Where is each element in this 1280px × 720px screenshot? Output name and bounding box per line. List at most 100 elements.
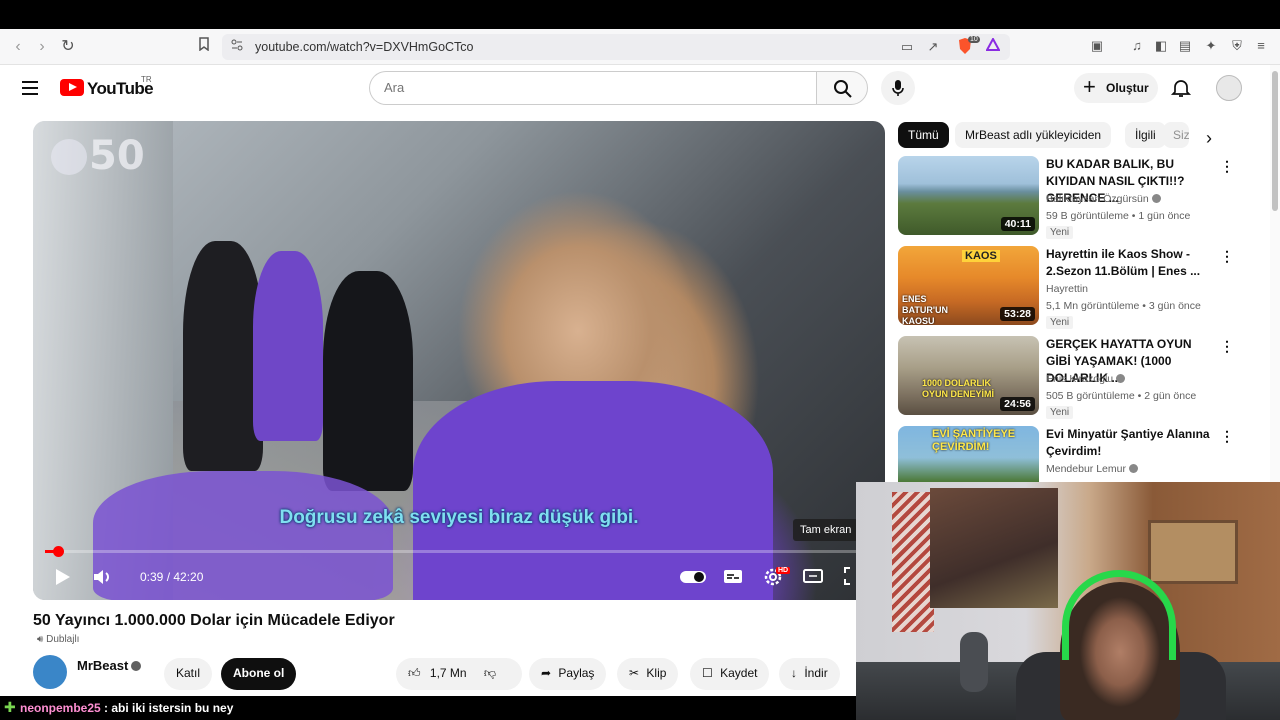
url-text[interactable]: youtube.com/watch?v=DXVHmGoCTco [255, 40, 474, 54]
shields-badge: 10 [968, 36, 980, 43]
country-code: TR [141, 75, 152, 84]
forward-icon[interactable]: › [32, 37, 52, 57]
captions-icon[interactable] [723, 566, 743, 591]
create-button[interactable]: + Oluştur [1074, 73, 1158, 103]
reader-mode-icon[interactable]: ▣ [1088, 37, 1106, 55]
recommendation-channel[interactable]: Mendebur Lemur [1046, 463, 1138, 475]
video-person [323, 271, 413, 491]
search-icon [834, 80, 852, 98]
video-person [253, 251, 323, 441]
thumbnail-caption: KAOS [962, 250, 1000, 262]
autoplay-toggle[interactable] [679, 569, 707, 590]
recommendation-item[interactable]: EVİ ŞANTİYEYE ÇEVİRDİM! Evi Minyatür Şan… [898, 426, 1238, 482]
more-options-icon[interactable]: ⋮ [1220, 248, 1234, 265]
scrollbar-thumb[interactable] [1272, 71, 1278, 211]
recommendation-channel[interactable]: Hayrettin [1046, 283, 1088, 295]
share-page-icon[interactable]: ↗ [924, 38, 942, 56]
like-dislike-group: 👍︎ 1,7 Mn 👎︎ [396, 658, 522, 690]
bookmark-icon[interactable] [194, 37, 214, 57]
search-box[interactable] [369, 71, 817, 105]
chevron-right-icon[interactable]: › [1206, 128, 1212, 149]
chat-username: neonpembe25 [20, 701, 101, 715]
video-crowd [93, 471, 393, 600]
recommendation-item[interactable]: 40:11 BU KADAR BALIK, BU KIYIDAN NASIL Ç… [898, 156, 1238, 239]
top-black-bar [0, 0, 1280, 29]
channel-name[interactable]: MrBeast [77, 658, 128, 673]
rewards-icon[interactable] [984, 36, 1002, 56]
menu-icon[interactable]: ≡ [1252, 37, 1270, 55]
recommendation-thumbnail[interactable]: KAOS ENES BATUR'UN KAOSU 53:28 [898, 246, 1039, 325]
search-button[interactable] [816, 71, 868, 105]
recommendation-channel[interactable]: Enis Kirazoglu [1046, 373, 1126, 385]
site-settings-icon[interactable] [228, 38, 246, 56]
chip-for-you[interactable]: Siz [1163, 122, 1189, 148]
recommendation-meta: 505 B görüntüleme • 2 gün önce [1046, 390, 1197, 402]
ai-assistant-icon[interactable]: ✦ [1202, 37, 1220, 55]
dislike-icon[interactable]: 👎︎ [484, 666, 496, 680]
vpn-icon[interactable]: ⛨ [1228, 37, 1246, 55]
plus-icon: + [1083, 74, 1096, 99]
progress-bar[interactable] [45, 546, 873, 557]
voice-search-button[interactable] [881, 71, 915, 105]
recommendation-item[interactable]: KAOS ENES BATUR'UN KAOSU 53:28 Hayrettin… [898, 246, 1238, 329]
recommendation-meta: 5,1 Mn görüntüleme • 3 gün önce [1046, 300, 1201, 312]
recommendation-item[interactable]: 1000 DOLARLIK OYUN DENEYİMİ 24:56 GERÇEK… [898, 336, 1238, 419]
recommendation-title[interactable]: Hayrettin ile Kaos Show - 2.Sezon 11.Böl… [1046, 246, 1212, 280]
back-icon[interactable]: ‹ [8, 37, 28, 57]
video-title: 50 Yayıncı 1.000.000 Dolar için Mücadele… [33, 612, 395, 629]
player-counter-value: 50 [89, 133, 145, 179]
recommendation-thumbnail[interactable]: 40:11 [898, 156, 1039, 235]
page-scrollbar[interactable] [1270, 65, 1280, 485]
recommendation-title[interactable]: Evi Minyatür Şantiye Alanına Çevirdim! [1046, 426, 1212, 460]
youtube-logo-icon[interactable] [60, 79, 84, 96]
channel-avatar[interactable] [33, 655, 67, 689]
webcam-painting [930, 488, 1058, 608]
hamburger-icon[interactable] [22, 81, 38, 95]
like-count[interactable]: 1,7 Mn [430, 666, 467, 680]
theater-mode-icon[interactable] [803, 566, 823, 591]
recommendation-thumbnail[interactable]: 1000 DOLARLIK OYUN DENEYİMİ 24:56 [898, 336, 1039, 415]
chip-related[interactable]: İlgili [1125, 122, 1166, 148]
more-options-icon[interactable]: ⋮ [1220, 338, 1234, 355]
new-badge: Yeni [1046, 406, 1074, 419]
clip-button[interactable]: ✂ Klip [617, 658, 679, 690]
progress-knob[interactable] [52, 546, 64, 557]
webcam-microphone [960, 632, 988, 692]
more-options-icon[interactable]: ⋮ [1220, 158, 1234, 175]
thumbnail-caption: 1000 DOLARLIK OYUN DENEYİMİ [922, 378, 995, 399]
account-avatar[interactable] [1216, 75, 1242, 101]
sidebar-icon[interactable]: ◧ [1152, 37, 1170, 55]
recommendation-channel[interactable]: Balıktaysan Özgürsün [1046, 193, 1161, 205]
save-button[interactable]: ☐ Kaydet [690, 658, 770, 690]
video-streamer-tracksuit [413, 381, 773, 600]
webcam-corkboard [1148, 520, 1238, 584]
like-icon[interactable]: 👍︎ [408, 666, 421, 680]
dubbed-text: Dublajlı [46, 634, 80, 645]
duration-badge: 40:11 [1000, 217, 1035, 231]
music-icon[interactable]: ♫ [1128, 37, 1146, 55]
subscribe-button[interactable]: Abone ol [221, 658, 297, 690]
share-icon: ➦ [541, 666, 552, 680]
join-button[interactable]: Katıl [164, 658, 213, 690]
chip-from-uploader[interactable]: MrBeast adlı yükleyiciden [955, 122, 1112, 148]
time-display: 0:39 / 42:20 [140, 570, 204, 584]
scissors-icon: ✂ [629, 666, 640, 680]
address-bar[interactable]: youtube.com/watch?v=DXVHmGoCTco ▭ ↗ 10 [222, 34, 1010, 60]
wallet-icon[interactable]: ▤ [1176, 37, 1194, 55]
recommendation-thumbnail[interactable]: EVİ ŞANTİYEYE ÇEVİRDİM! [898, 426, 1039, 482]
verified-icon [1116, 374, 1126, 383]
reload-icon[interactable]: ↻ [58, 37, 78, 57]
volume-icon[interactable] [91, 566, 113, 593]
download-icon: ↓ [791, 666, 797, 680]
cast-icon[interactable]: ▭ [898, 38, 916, 56]
share-button[interactable]: ➦ Paylaş [529, 658, 607, 690]
video-player[interactable]: 50 Doğrusu zekâ seviyesi biraz düşük gib… [33, 121, 885, 600]
more-options-icon[interactable]: ⋮ [1220, 428, 1234, 445]
download-button[interactable]: ↓ İndir [779, 658, 840, 690]
play-icon[interactable] [51, 566, 73, 593]
notifications-icon[interactable] [1170, 77, 1192, 99]
search-input[interactable] [384, 80, 784, 95]
verified-icon [131, 661, 141, 671]
screen: ‹ › ↻ youtube.com/watch?v=DXVHmGoCTco ▭ … [0, 0, 1280, 720]
chip-all[interactable]: Tümü [898, 122, 949, 148]
